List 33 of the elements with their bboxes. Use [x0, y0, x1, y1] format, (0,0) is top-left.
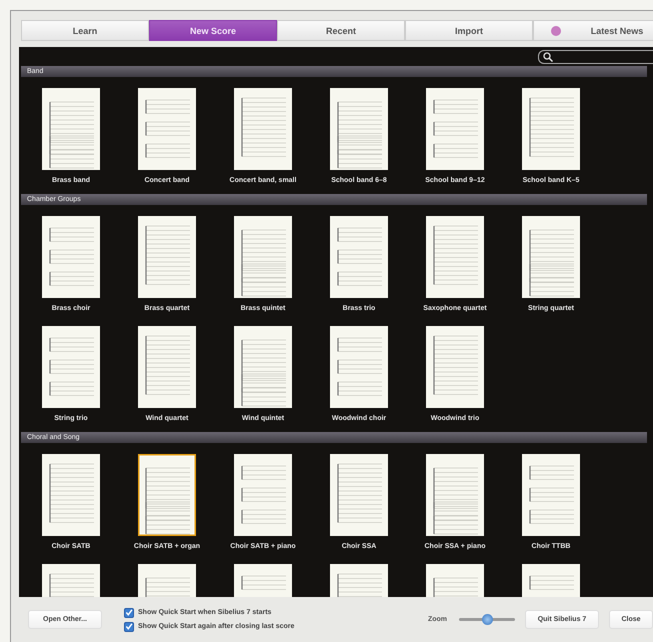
score-thumbnail[interactable]	[138, 216, 196, 298]
score-thumbnail[interactable]	[426, 88, 484, 170]
score-thumbnail[interactable]	[426, 454, 484, 536]
score-thumbnail[interactable]	[42, 216, 100, 298]
score-thumbnail[interactable]	[42, 454, 100, 536]
score-thumbnail[interactable]	[234, 454, 292, 536]
score-thumbnail[interactable]	[330, 326, 388, 408]
score-thumbnail[interactable]	[42, 88, 100, 170]
score-thumbnail[interactable]	[234, 88, 292, 170]
checkbox[interactable]	[124, 622, 134, 632]
score-thumbnail[interactable]	[426, 216, 484, 298]
score-thumbnail[interactable]	[234, 216, 292, 298]
score-thumbnail[interactable]	[426, 326, 484, 408]
score-thumbnail[interactable]	[522, 88, 580, 170]
score-thumbnail[interactable]	[234, 326, 292, 408]
tab[interactable]: Recent	[277, 20, 405, 41]
search-icon	[543, 52, 553, 62]
score-thumbnail[interactable]	[138, 326, 196, 408]
search-field[interactable]	[538, 50, 653, 64]
checkbox[interactable]	[124, 608, 134, 618]
slider-thumb[interactable]	[482, 614, 493, 625]
score-thumbnail[interactable]	[330, 216, 388, 298]
score-thumbnail[interactable]	[138, 88, 196, 170]
score-thumbnail[interactable]	[42, 326, 100, 408]
score-thumbnail[interactable]	[138, 454, 196, 536]
score-thumbnail[interactable]	[330, 454, 388, 536]
score-thumbnail[interactable]	[522, 216, 580, 298]
tab[interactable]: Latest News	[533, 20, 653, 41]
score-thumbnail[interactable]	[330, 88, 388, 170]
tab[interactable]: New Score	[149, 20, 277, 41]
tab[interactable]: Import	[405, 20, 533, 41]
tab[interactable]: Learn	[21, 20, 149, 41]
score-thumbnail[interactable]	[522, 454, 580, 536]
